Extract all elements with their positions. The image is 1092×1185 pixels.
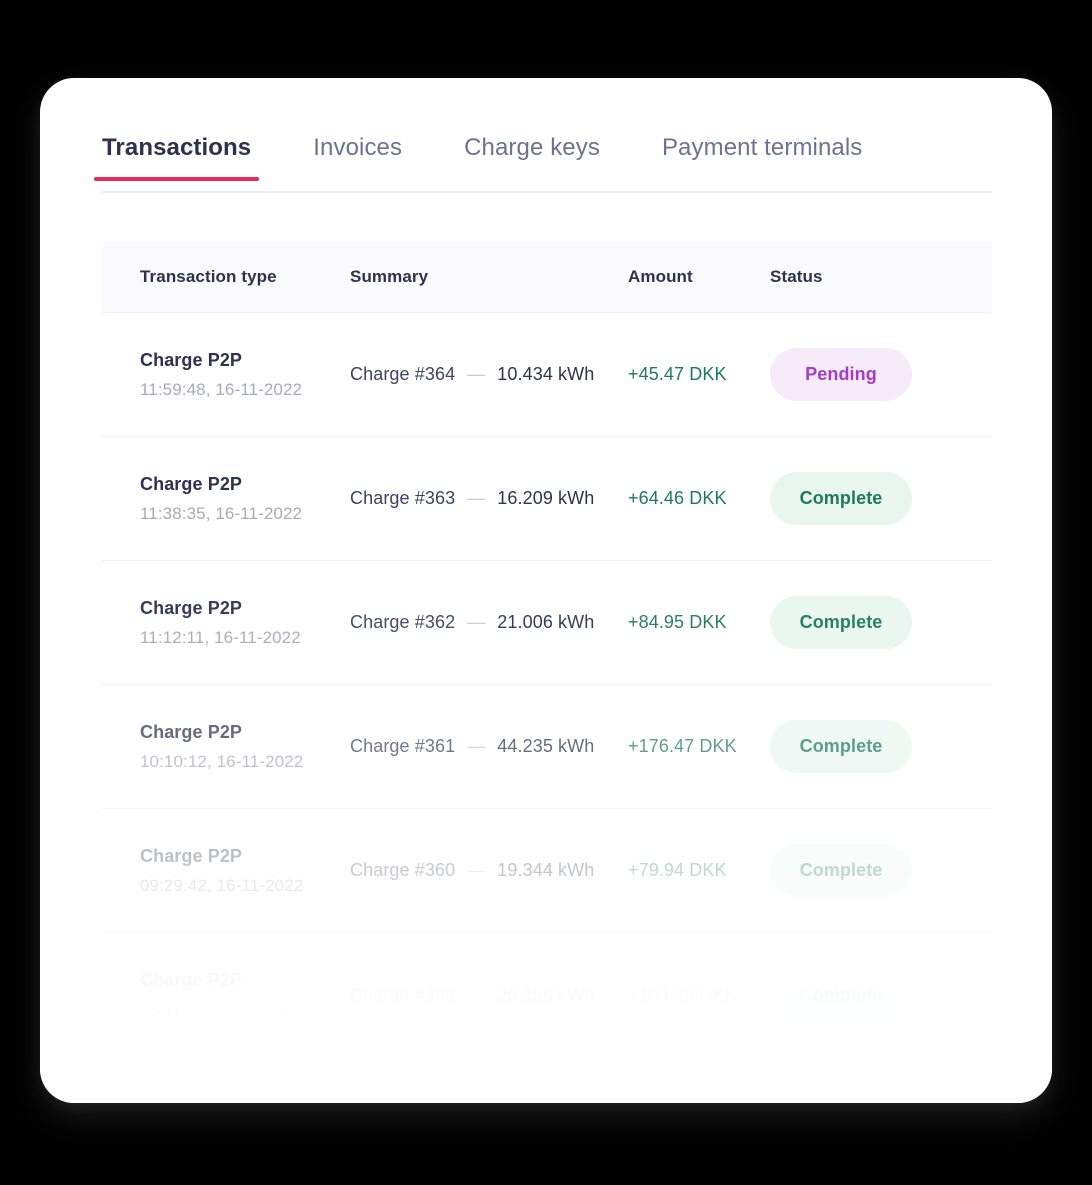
- table-row[interactable]: Charge P2P 09:29:42, 16-11-2022 Charge #36…: [102, 809, 992, 933]
- cell-transaction-type: Charge P2P 09:29:42, 16-11-2022: [102, 846, 350, 896]
- amount-value: +64.46 DKK: [628, 488, 727, 508]
- cell-summary: Charge #361 — 44.235 kWh: [350, 736, 628, 757]
- tab-bar-divider: [102, 191, 992, 193]
- table-row[interactable]: Charge P2P 08:11:23, 16-11-2022 Charge #35…: [102, 933, 992, 1057]
- cell-status: Pending: [770, 348, 992, 401]
- status-badge[interactable]: Complete: [770, 472, 912, 525]
- amount-value: +79.94 DKK: [628, 860, 727, 880]
- energy-amount: 16.209 kWh: [497, 488, 595, 508]
- transaction-type-label: Charge P2P: [140, 721, 243, 742]
- cell-transaction-type: Charge P2P 11:38:35, 16-11-2022: [102, 474, 350, 524]
- cell-amount: +104.29 DKK: [628, 985, 770, 1006]
- summary-separator: —: [467, 488, 486, 508]
- amount-value: +104.29 DKK: [628, 984, 737, 1005]
- column-header-summary: Summary: [350, 266, 429, 286]
- transaction-timestamp: 11:12:11, 16-11-2022: [140, 627, 301, 647]
- cell-status: Complete: [770, 844, 992, 897]
- tab-transactions[interactable]: Transactions: [93, 134, 260, 181]
- status-badge[interactable]: Complete: [770, 720, 912, 773]
- table-row[interactable]: Charge P2P 11:12:11, 16-11-2022 Charge #36…: [102, 561, 992, 685]
- transaction-timestamp: 11:59:48, 16-11-2022: [140, 379, 303, 399]
- transactions-table: Transaction type Summary Amount Status C…: [102, 241, 992, 1057]
- energy-amount: 21.006 kWh: [497, 612, 595, 632]
- charge-id: Charge #362: [350, 612, 456, 632]
- summary-separator: —: [467, 860, 486, 880]
- amount-value: +45.47 DKK: [628, 364, 727, 384]
- cell-summary: Charge #363 — 16.209 kWh: [350, 488, 628, 509]
- amount-value: +84.95 DKK: [628, 612, 727, 632]
- transaction-timestamp: 09:29:42, 16-11-2022: [140, 875, 304, 895]
- charge-id: Charge #360: [350, 860, 456, 880]
- screen: Transactions Invoices Charge keys Payment t…: [0, 0, 1092, 1185]
- table-row[interactable]: Charge P2P 10:10:12, 16-11-2022 Charge #36…: [102, 685, 992, 809]
- amount-value: +176.47 DKK: [628, 736, 737, 756]
- summary-separator: —: [467, 984, 486, 1005]
- cell-summary: Charge #360 — 19.344 kWh: [350, 860, 628, 881]
- charge-id: Charge #359: [350, 984, 456, 1005]
- cell-amount: +84.95 DKK: [628, 612, 770, 633]
- status-badge[interactable]: Complete: [770, 968, 912, 1022]
- status-badge[interactable]: Complete: [770, 596, 912, 649]
- energy-amount: 26.256 kWh: [497, 984, 595, 1005]
- cell-amount: +45.47 DKK: [628, 364, 770, 385]
- table-header-row: Transaction type Summary Amount Status: [102, 241, 992, 313]
- tab-payment-terminals[interactable]: Payment terminals: [662, 134, 862, 176]
- charge-id: Charge #363: [350, 488, 456, 508]
- tab-invoices[interactable]: Invoices: [313, 134, 402, 176]
- column-header-transaction-type: Transaction type: [140, 266, 277, 286]
- cell-amount: +79.94 DKK: [628, 860, 770, 881]
- table-body: Charge P2P 11:59:48, 16-11-2022 Charge #36…: [102, 313, 992, 1057]
- transaction-type-label: Charge P2P: [140, 349, 243, 370]
- summary-separator: —: [467, 612, 486, 632]
- transactions-card: Transactions Invoices Charge keys Payment t…: [40, 78, 1052, 1103]
- cell-summary: Charge #364 — 10.434 kWh: [350, 364, 628, 385]
- tab-bar: Transactions Invoices Charge keys Payment t…: [93, 120, 992, 198]
- transaction-type-label: Charge P2P: [140, 970, 243, 990]
- cell-status: Complete: [770, 596, 992, 649]
- status-badge[interactable]: Pending: [770, 348, 912, 401]
- energy-amount: 10.434 kWh: [497, 364, 595, 384]
- transaction-timestamp: 10:10:12, 16-11-2022: [140, 751, 304, 771]
- cell-transaction-type: Charge P2P 08:11:23, 16-11-2022: [102, 970, 350, 1020]
- transaction-type-label: Charge P2P: [140, 845, 243, 866]
- cell-summary: Charge #359 — 26.256 kWh: [350, 985, 628, 1006]
- cell-amount: +176.47 DKK: [628, 736, 770, 757]
- energy-amount: 19.344 kWh: [497, 860, 595, 880]
- column-header-status: Status: [770, 266, 823, 286]
- transaction-timestamp: 11:38:35, 16-11-2022: [140, 503, 303, 523]
- transaction-type-label: Charge P2P: [140, 473, 243, 494]
- tab-charge-keys[interactable]: Charge keys: [464, 134, 600, 176]
- table-row[interactable]: Charge P2P 11:59:48, 16-11-2022 Charge #36…: [102, 313, 992, 437]
- transaction-timestamp: 08:11:23, 16-11-2022: [140, 1000, 303, 1019]
- summary-separator: —: [467, 364, 486, 384]
- cell-amount: +64.46 DKK: [628, 488, 770, 509]
- column-header-amount: Amount: [628, 266, 693, 286]
- cell-summary: Charge #362 — 21.006 kWh: [350, 612, 628, 633]
- charge-id: Charge #361: [350, 736, 456, 756]
- transaction-type-label: Charge P2P: [140, 597, 243, 618]
- summary-separator: —: [467, 736, 486, 756]
- table-row[interactable]: Charge P2P 11:38:35, 16-11-2022 Charge #36…: [102, 437, 992, 561]
- cell-status: Complete: [770, 472, 992, 525]
- charge-id: Charge #364: [350, 364, 456, 384]
- cell-transaction-type: Charge P2P 11:12:11, 16-11-2022: [102, 598, 350, 648]
- cell-status: Complete: [770, 720, 992, 773]
- cell-transaction-type: Charge P2P 11:59:48, 16-11-2022: [102, 350, 350, 400]
- status-badge[interactable]: Complete: [770, 844, 912, 897]
- cell-transaction-type: Charge P2P 10:10:12, 16-11-2022: [102, 722, 350, 772]
- tab-list: Transactions Invoices Charge keys Payment t…: [93, 120, 992, 181]
- cell-status: Complete: [770, 968, 992, 1022]
- energy-amount: 44.235 kWh: [497, 736, 595, 756]
